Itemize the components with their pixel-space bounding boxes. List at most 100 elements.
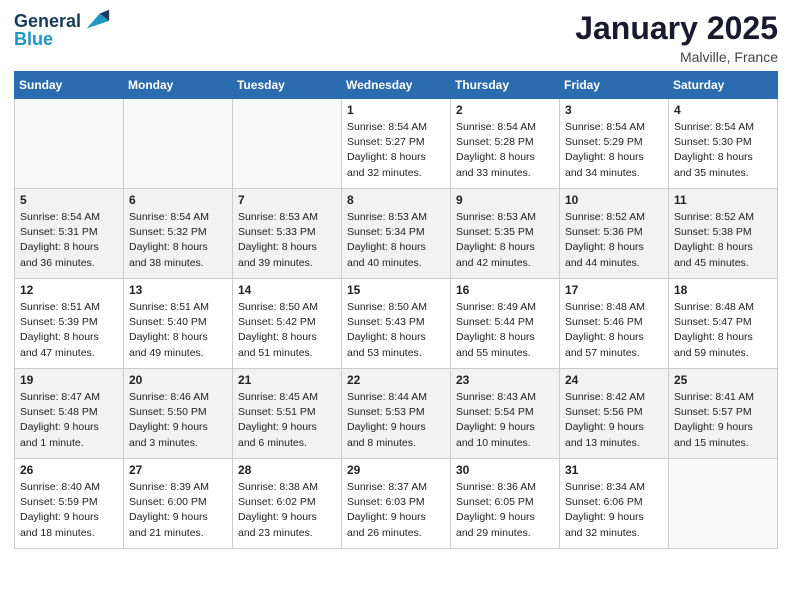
calendar-cell: 2 Sunrise: 8:54 AM Sunset: 5:28 PM Daylig… bbox=[451, 99, 560, 189]
calendar-cell: 12 Sunrise: 8:51 AM Sunset: 5:39 PM Dayli… bbox=[15, 279, 124, 369]
calendar-table: SundayMondayTuesdayWednesdayThursdayFrid… bbox=[14, 71, 778, 549]
day-number: 1 bbox=[347, 103, 445, 117]
day-number: 20 bbox=[129, 373, 227, 387]
calendar-cell: 11Sunrise: 8:52 AM Sunset: 5:38 PM Dayli… bbox=[669, 189, 778, 279]
day-number: 14 bbox=[238, 283, 336, 297]
calendar-cell: 30 Sunrise: 8:36 AM Sunset: 6:05 PM Dayli… bbox=[451, 459, 560, 549]
day-number: 27 bbox=[129, 463, 227, 477]
day-number: 13 bbox=[129, 283, 227, 297]
calendar-cell bbox=[669, 459, 778, 549]
day-info: Sunrise: 8:53 AM Sunset: 5:35 PM Dayligh… bbox=[456, 210, 554, 271]
weekday-header-thursday: Thursday bbox=[451, 72, 560, 99]
calendar-cell: 10Sunrise: 8:52 AM Sunset: 5:36 PM Dayli… bbox=[560, 189, 669, 279]
calendar-cell: 14 Sunrise: 8:50 AM Sunset: 5:42 PM Dayli… bbox=[233, 279, 342, 369]
logo: General Blue bbox=[14, 10, 111, 50]
calendar-cell: 3 Sunrise: 8:54 AM Sunset: 5:29 PM Daylig… bbox=[560, 99, 669, 189]
header: General Blue January 2025 Malville, Fran… bbox=[14, 10, 778, 65]
day-number: 5 bbox=[20, 193, 118, 207]
day-info: Sunrise: 8:39 AM Sunset: 6:00 PM Dayligh… bbox=[129, 480, 227, 541]
day-info: Sunrise: 8:48 AM Sunset: 5:47 PM Dayligh… bbox=[674, 300, 772, 361]
day-info: Sunrise: 8:51 AM Sunset: 5:40 PM Dayligh… bbox=[129, 300, 227, 361]
day-info: Sunrise: 8:49 AM Sunset: 5:44 PM Dayligh… bbox=[456, 300, 554, 361]
calendar-cell: 21 Sunrise: 8:45 AM Sunset: 5:51 PM Dayli… bbox=[233, 369, 342, 459]
day-number: 30 bbox=[456, 463, 554, 477]
logo-icon bbox=[83, 6, 111, 34]
day-number: 12 bbox=[20, 283, 118, 297]
calendar-cell: 17 Sunrise: 8:48 AM Sunset: 5:46 PM Dayli… bbox=[560, 279, 669, 369]
title-block: January 2025 Malville, France bbox=[575, 10, 778, 65]
calendar-cell: 13 Sunrise: 8:51 AM Sunset: 5:40 PM Dayli… bbox=[124, 279, 233, 369]
weekday-header-monday: Monday bbox=[124, 72, 233, 99]
calendar-week-row: 12 Sunrise: 8:51 AM Sunset: 5:39 PM Dayli… bbox=[15, 279, 778, 369]
day-info: Sunrise: 8:52 AM Sunset: 5:38 PM Dayligh… bbox=[674, 210, 772, 271]
weekday-header-row: SundayMondayTuesdayWednesdayThursdayFrid… bbox=[15, 72, 778, 99]
day-info: Sunrise: 8:53 AM Sunset: 5:34 PM Dayligh… bbox=[347, 210, 445, 271]
day-number: 22 bbox=[347, 373, 445, 387]
calendar-cell bbox=[124, 99, 233, 189]
day-info: Sunrise: 8:34 AM Sunset: 6:06 PM Dayligh… bbox=[565, 480, 663, 541]
calendar-week-row: 19 Sunrise: 8:47 AM Sunset: 5:48 PM Dayli… bbox=[15, 369, 778, 459]
day-info: Sunrise: 8:54 AM Sunset: 5:27 PM Dayligh… bbox=[347, 120, 445, 181]
calendar-cell: 28Sunrise: 8:38 AM Sunset: 6:02 PM Dayli… bbox=[233, 459, 342, 549]
day-info: Sunrise: 8:54 AM Sunset: 5:30 PM Dayligh… bbox=[674, 120, 772, 181]
calendar-cell: 16 Sunrise: 8:49 AM Sunset: 5:44 PM Dayli… bbox=[451, 279, 560, 369]
logo-blue: Blue bbox=[14, 30, 53, 50]
day-number: 31 bbox=[565, 463, 663, 477]
calendar-cell: 8 Sunrise: 8:53 AM Sunset: 5:34 PM Daylig… bbox=[342, 189, 451, 279]
month-title: January 2025 bbox=[575, 10, 778, 47]
day-number: 6 bbox=[129, 193, 227, 207]
day-number: 19 bbox=[20, 373, 118, 387]
weekday-header-friday: Friday bbox=[560, 72, 669, 99]
calendar-cell bbox=[15, 99, 124, 189]
day-info: Sunrise: 8:53 AM Sunset: 5:33 PM Dayligh… bbox=[238, 210, 336, 271]
calendar-cell: 31 Sunrise: 8:34 AM Sunset: 6:06 PM Dayli… bbox=[560, 459, 669, 549]
day-number: 16 bbox=[456, 283, 554, 297]
day-info: Sunrise: 8:44 AM Sunset: 5:53 PM Dayligh… bbox=[347, 390, 445, 451]
day-info: Sunrise: 8:54 AM Sunset: 5:29 PM Dayligh… bbox=[565, 120, 663, 181]
day-info: Sunrise: 8:42 AM Sunset: 5:56 PM Dayligh… bbox=[565, 390, 663, 451]
day-info: Sunrise: 8:41 AM Sunset: 5:57 PM Dayligh… bbox=[674, 390, 772, 451]
day-info: Sunrise: 8:43 AM Sunset: 5:54 PM Dayligh… bbox=[456, 390, 554, 451]
weekday-header-tuesday: Tuesday bbox=[233, 72, 342, 99]
day-number: 25 bbox=[674, 373, 772, 387]
calendar-cell: 7Sunrise: 8:53 AM Sunset: 5:33 PM Daylig… bbox=[233, 189, 342, 279]
calendar-cell: 22 Sunrise: 8:44 AM Sunset: 5:53 PM Dayli… bbox=[342, 369, 451, 459]
day-info: Sunrise: 8:40 AM Sunset: 5:59 PM Dayligh… bbox=[20, 480, 118, 541]
weekday-header-wednesday: Wednesday bbox=[342, 72, 451, 99]
day-number: 2 bbox=[456, 103, 554, 117]
weekday-header-saturday: Saturday bbox=[669, 72, 778, 99]
calendar-cell: 19 Sunrise: 8:47 AM Sunset: 5:48 PM Dayli… bbox=[15, 369, 124, 459]
day-info: Sunrise: 8:50 AM Sunset: 5:42 PM Dayligh… bbox=[238, 300, 336, 361]
calendar-cell: 9 Sunrise: 8:53 AM Sunset: 5:35 PM Daylig… bbox=[451, 189, 560, 279]
day-info: Sunrise: 8:46 AM Sunset: 5:50 PM Dayligh… bbox=[129, 390, 227, 451]
day-info: Sunrise: 8:45 AM Sunset: 5:51 PM Dayligh… bbox=[238, 390, 336, 451]
calendar-cell bbox=[233, 99, 342, 189]
calendar-cell: 29Sunrise: 8:37 AM Sunset: 6:03 PM Dayli… bbox=[342, 459, 451, 549]
day-info: Sunrise: 8:54 AM Sunset: 5:28 PM Dayligh… bbox=[456, 120, 554, 181]
day-number: 3 bbox=[565, 103, 663, 117]
day-info: Sunrise: 8:47 AM Sunset: 5:48 PM Dayligh… bbox=[20, 390, 118, 451]
calendar-cell: 1 Sunrise: 8:54 AM Sunset: 5:27 PM Daylig… bbox=[342, 99, 451, 189]
day-number: 28 bbox=[238, 463, 336, 477]
day-number: 29 bbox=[347, 463, 445, 477]
day-info: Sunrise: 8:54 AM Sunset: 5:31 PM Dayligh… bbox=[20, 210, 118, 271]
calendar-week-row: 1 Sunrise: 8:54 AM Sunset: 5:27 PM Daylig… bbox=[15, 99, 778, 189]
calendar-cell: 23Sunrise: 8:43 AM Sunset: 5:54 PM Dayli… bbox=[451, 369, 560, 459]
page: General Blue January 2025 Malville, Fran… bbox=[0, 0, 792, 612]
calendar-cell: 20 Sunrise: 8:46 AM Sunset: 5:50 PM Dayli… bbox=[124, 369, 233, 459]
day-info: Sunrise: 8:36 AM Sunset: 6:05 PM Dayligh… bbox=[456, 480, 554, 541]
day-number: 15 bbox=[347, 283, 445, 297]
day-info: Sunrise: 8:54 AM Sunset: 5:32 PM Dayligh… bbox=[129, 210, 227, 271]
day-number: 9 bbox=[456, 193, 554, 207]
weekday-header-sunday: Sunday bbox=[15, 72, 124, 99]
calendar-week-row: 26 Sunrise: 8:40 AM Sunset: 5:59 PM Dayli… bbox=[15, 459, 778, 549]
day-info: Sunrise: 8:51 AM Sunset: 5:39 PM Dayligh… bbox=[20, 300, 118, 361]
day-number: 21 bbox=[238, 373, 336, 387]
day-info: Sunrise: 8:50 AM Sunset: 5:43 PM Dayligh… bbox=[347, 300, 445, 361]
calendar-cell: 5 Sunrise: 8:54 AM Sunset: 5:31 PM Daylig… bbox=[15, 189, 124, 279]
day-number: 8 bbox=[347, 193, 445, 207]
calendar-cell: 24Sunrise: 8:42 AM Sunset: 5:56 PM Dayli… bbox=[560, 369, 669, 459]
day-info: Sunrise: 8:48 AM Sunset: 5:46 PM Dayligh… bbox=[565, 300, 663, 361]
day-number: 26 bbox=[20, 463, 118, 477]
day-number: 17 bbox=[565, 283, 663, 297]
